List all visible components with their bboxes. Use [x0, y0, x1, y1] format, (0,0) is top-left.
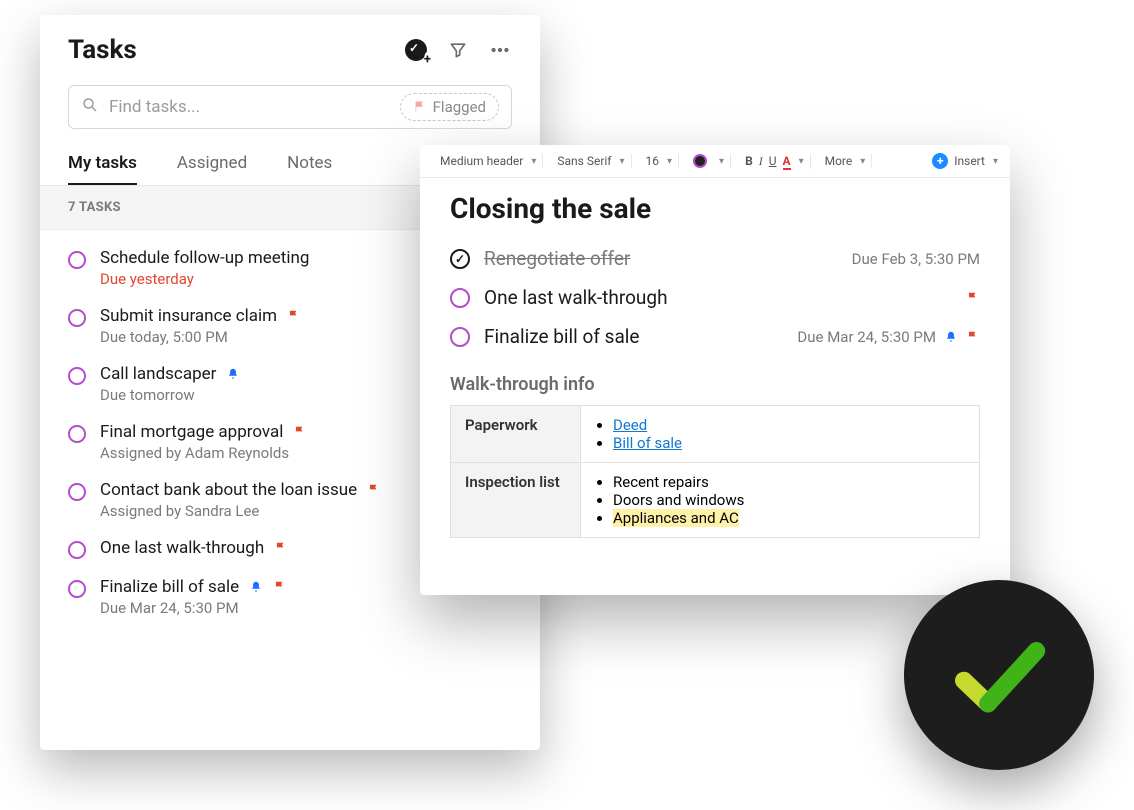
flag-icon [966, 330, 980, 344]
doc-section-heading: Walk-through info [450, 374, 980, 395]
task-title: Final mortgage approval [100, 422, 283, 442]
search-row: Find tasks... Flagged [40, 75, 540, 147]
checkmark-icon [944, 620, 1054, 730]
toolbar-color-selector[interactable]: ▾ [687, 154, 731, 168]
toolbar-heading-selector[interactable]: Medium header▾ [434, 154, 543, 168]
task-checkbox[interactable] [68, 251, 86, 269]
task-title: One last walk-through [100, 538, 264, 558]
doc-title: Closing the sale [450, 192, 980, 225]
doc-toolbar: Medium header▾ Sans Serif▾ 16▾ ▾ B I U A… [420, 145, 1010, 178]
chevron-down-icon: ▾ [799, 156, 804, 167]
table-row: Inspection list Recent repairs Doors and… [451, 463, 980, 538]
chevron-down-icon: ▾ [719, 156, 724, 167]
task-title: Schedule follow-up meeting [100, 248, 309, 268]
task-checkbox[interactable] [450, 288, 470, 308]
chevron-down-icon: ▾ [619, 156, 624, 167]
bold-button[interactable]: B [745, 154, 753, 168]
task-title: Submit insurance claim [100, 306, 277, 326]
task-title: Call landscaper [100, 364, 216, 384]
chevron-down-icon: ▾ [667, 156, 672, 167]
color-swatch-icon [693, 154, 707, 168]
add-task-icon[interactable] [404, 38, 428, 62]
search-icon [81, 96, 99, 119]
table-cell: Recent repairs Doors and windows Applian… [581, 463, 980, 538]
plus-icon: + [932, 153, 948, 169]
info-table: Paperwork Deed Bill of sale Inspection l… [450, 405, 980, 538]
toolbar-insert-button[interactable]: + Insert ▾ [932, 153, 998, 169]
toolbar-size-selector[interactable]: 16▾ [640, 154, 680, 168]
doc-task[interactable]: Finalize bill of sale Due Mar 24, 5:30 P… [450, 317, 980, 356]
flag-icon [273, 580, 287, 594]
task-checkbox[interactable] [68, 367, 86, 385]
doc-task-title: Renegotiate offer [484, 247, 630, 270]
task-subtext: Due Mar 24, 5:30 PM [100, 599, 524, 617]
bell-icon [226, 367, 240, 381]
task-checkbox[interactable] [68, 483, 86, 501]
doc-task[interactable]: Renegotiate offer Due Feb 3, 5:30 PM [450, 239, 980, 278]
search-placeholder: Find tasks... [109, 97, 200, 117]
toolbar-font-selector[interactable]: Sans Serif▾ [551, 154, 631, 168]
flag-icon [367, 483, 381, 497]
task-checkbox[interactable] [68, 541, 86, 559]
list-item: Doors and windows [613, 491, 965, 509]
bell-icon [944, 330, 958, 344]
flagged-chip[interactable]: Flagged [400, 93, 499, 121]
flag-icon [274, 541, 288, 555]
task-title: Contact bank about the loan issue [100, 480, 357, 500]
doc-task-due: Due Feb 3, 5:30 PM [852, 250, 980, 268]
flag-icon [966, 291, 980, 305]
more-icon[interactable] [488, 38, 512, 62]
flag-icon [287, 309, 301, 323]
task-checkbox[interactable] [68, 309, 86, 327]
table-row: Paperwork Deed Bill of sale [451, 406, 980, 463]
tab-notes[interactable]: Notes [287, 153, 332, 185]
list-item: Appliances and AC [613, 509, 965, 527]
row-header: Inspection list [451, 463, 581, 538]
checkmark-badge [904, 580, 1094, 770]
tasks-header-actions [404, 38, 512, 62]
search-input[interactable]: Find tasks... Flagged [68, 85, 512, 129]
text-color-button[interactable]: A [783, 154, 791, 168]
tab-my-tasks[interactable]: My tasks [68, 153, 137, 185]
task-checkbox[interactable] [68, 580, 86, 598]
chevron-down-icon: ▾ [860, 156, 865, 167]
tab-assigned[interactable]: Assigned [177, 153, 247, 185]
task-checkbox[interactable] [68, 425, 86, 443]
doc-task-title: Finalize bill of sale [484, 325, 640, 348]
flag-icon [293, 425, 307, 439]
document-panel: Medium header▾ Sans Serif▾ 16▾ ▾ B I U A… [420, 145, 1010, 595]
task-checkbox[interactable] [450, 327, 470, 347]
filter-icon[interactable] [446, 38, 470, 62]
task-title: Finalize bill of sale [100, 577, 239, 597]
doc-task[interactable]: One last walk-through [450, 278, 980, 317]
flag-icon [413, 100, 427, 114]
list-item: Recent repairs [613, 473, 965, 491]
link-deed[interactable]: Deed [613, 416, 647, 434]
toolbar-more-button[interactable]: More▾ [819, 154, 873, 168]
doc-task-due: Due Mar 24, 5:30 PM [797, 328, 936, 346]
row-header: Paperwork [451, 406, 581, 463]
link-bill-of-sale[interactable]: Bill of sale [613, 434, 682, 452]
underline-button[interactable]: U [769, 154, 777, 168]
tasks-title: Tasks [68, 35, 137, 65]
chevron-down-icon: ▾ [531, 156, 536, 167]
tasks-header: Tasks [40, 15, 540, 75]
chevron-down-icon: ▾ [993, 156, 998, 167]
italic-button[interactable]: I [759, 154, 763, 169]
table-cell: Deed Bill of sale [581, 406, 980, 463]
bell-icon [249, 580, 263, 594]
doc-task-title: One last walk-through [484, 286, 668, 309]
doc-body: Closing the sale Renegotiate offer Due F… [420, 178, 1010, 558]
task-checkbox-done[interactable] [450, 249, 470, 269]
